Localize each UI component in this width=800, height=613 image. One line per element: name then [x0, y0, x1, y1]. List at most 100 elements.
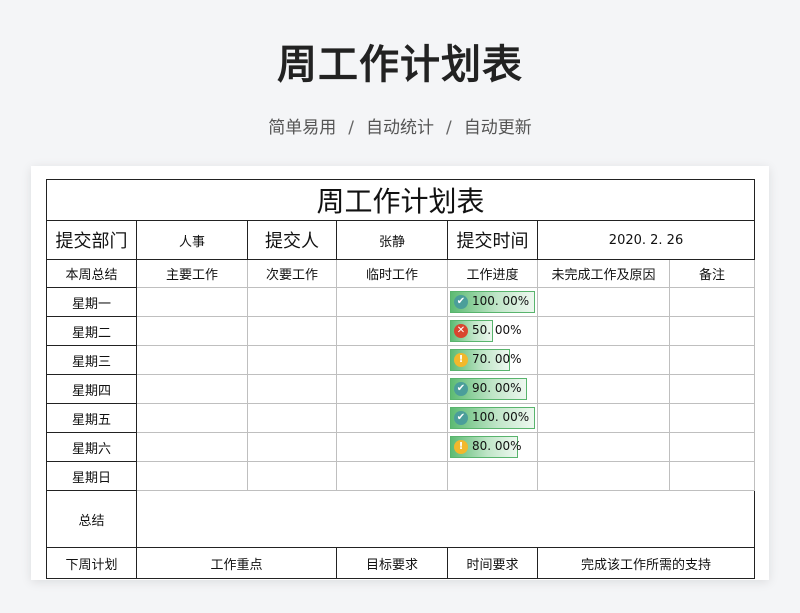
table-cell[interactable] — [668, 461, 756, 491]
table-cell[interactable] — [668, 374, 756, 404]
table-cell[interactable] — [537, 432, 670, 462]
table-cell[interactable] — [668, 345, 756, 375]
table-cell[interactable] — [136, 374, 248, 404]
person-value[interactable]: 张静 — [336, 220, 448, 260]
tagline-item: 自动更新 — [463, 118, 532, 138]
sheet-card: 周工作计划表 提交部门 人事 提交人 张静 提交时间 2020. 2. 26 本… — [31, 166, 769, 580]
progress-bar: ! 70. 00% — [450, 349, 535, 371]
check-circle-icon: ✔ — [454, 411, 468, 425]
day-label[interactable]: 星期二 — [46, 316, 137, 346]
table-cell[interactable] — [336, 316, 448, 346]
next-week-row: 下周计划 工作重点 目标要求 时间要求 完成该工作所需的支持 — [46, 547, 756, 579]
table-cell[interactable] — [136, 461, 248, 491]
tagline-item: 自动统计 — [366, 118, 434, 138]
next-week-label[interactable]: 下周计划 — [46, 547, 137, 579]
table-cell[interactable] — [247, 403, 337, 433]
table-cell[interactable] — [537, 345, 670, 375]
x-circle-icon: ✕ — [454, 324, 468, 338]
next-week-goal[interactable]: 目标要求 — [336, 547, 448, 579]
summary-cell[interactable] — [135, 490, 756, 548]
table-cell[interactable] — [537, 374, 670, 404]
table-cell[interactable] — [136, 403, 248, 433]
progress-cell[interactable]: ! 70. 00% — [447, 345, 538, 375]
table-cell[interactable] — [668, 432, 756, 462]
progress-percent: 90. 00% — [472, 381, 522, 395]
next-week-focus[interactable]: 工作重点 — [136, 547, 337, 579]
tagline-separator: / — [348, 118, 354, 138]
next-week-time[interactable]: 时间要求 — [447, 547, 538, 579]
tagline-separator: / — [446, 118, 452, 138]
exclamation-circle-icon: ! — [454, 353, 468, 367]
table-cell[interactable] — [336, 461, 448, 491]
col-header-secondary[interactable]: 次要工作 — [247, 259, 337, 288]
table-row: 星期三! 70. 00% — [46, 345, 756, 375]
table-cell[interactable] — [537, 403, 670, 433]
day-label[interactable]: 星期三 — [46, 345, 137, 375]
table-cell[interactable] — [136, 316, 248, 346]
progress-bar: ✔ 100. 00% — [450, 407, 535, 429]
table-row: 星期四 ✔ 90. 00% — [46, 374, 756, 404]
table-cell[interactable] — [537, 287, 670, 317]
progress-cell[interactable]: ! 80. 00% — [447, 432, 538, 462]
col-header-progress[interactable]: 工作进度 — [447, 259, 538, 288]
table-cell[interactable] — [668, 316, 756, 346]
progress-cell[interactable] — [447, 461, 538, 491]
table-cell[interactable] — [336, 432, 448, 462]
table-row: 星期日 — [46, 461, 756, 491]
progress-bar: ! 80. 00% — [450, 436, 535, 458]
next-week-support[interactable]: 完成该工作所需的支持 — [536, 547, 756, 579]
table-cell[interactable] — [136, 432, 248, 462]
table-cell[interactable] — [537, 461, 670, 491]
tagline-item: 简单易用 — [268, 118, 337, 138]
table-cell[interactable] — [336, 403, 448, 433]
day-label[interactable]: 星期四 — [46, 374, 137, 404]
check-circle-icon: ✔ — [454, 382, 468, 396]
time-value[interactable]: 2020. 2. 26 — [536, 220, 756, 260]
day-label[interactable]: 星期五 — [46, 403, 137, 433]
table-row: 星期六 ! 80. 00% — [46, 432, 756, 462]
progress-bar: ✔ 90. 00% — [450, 378, 535, 400]
table-row: 星期一 ✔ 100. 00% — [46, 287, 756, 317]
table-row: 星期五 ✔ 100. 00% — [46, 403, 756, 433]
person-label[interactable]: 提交人 — [247, 220, 337, 260]
table-cell[interactable] — [247, 432, 337, 462]
col-header-notes[interactable]: 备注 — [668, 259, 756, 288]
summary-row: 总结 — [46, 490, 756, 548]
table-cell[interactable] — [336, 287, 448, 317]
day-label[interactable]: 星期日 — [46, 461, 137, 491]
progress-cell[interactable]: ✔ 90. 00% — [447, 374, 538, 404]
table-cell[interactable] — [136, 287, 248, 317]
progress-percent: 80. 00% — [472, 439, 522, 453]
table-row: 星期二 ✕ 50. 00% — [46, 316, 756, 346]
table-cell[interactable] — [668, 403, 756, 433]
table-cell[interactable] — [336, 374, 448, 404]
weekly-plan-table: 周工作计划表 提交部门 人事 提交人 张静 提交时间 2020. 2. 26 本… — [45, 179, 756, 579]
progress-cell[interactable]: ✔ 100. 00% — [447, 403, 538, 433]
col-header-summary[interactable]: 本周总结 — [46, 259, 137, 288]
table-cell[interactable] — [336, 345, 448, 375]
table-cell[interactable] — [668, 287, 756, 317]
summary-label[interactable]: 总结 — [46, 490, 137, 548]
dept-label[interactable]: 提交部门 — [46, 220, 137, 260]
progress-cell[interactable]: ✕ 50. 00% — [447, 316, 538, 346]
tagline: 简单易用 / 自动统计 / 自动更新 — [0, 113, 800, 138]
day-label[interactable]: 星期一 — [46, 287, 137, 317]
col-header-main[interactable]: 主要工作 — [136, 259, 248, 288]
day-label[interactable]: 星期六 — [46, 432, 137, 462]
table-cell[interactable] — [247, 374, 337, 404]
dept-value[interactable]: 人事 — [136, 220, 248, 260]
col-header-temporary[interactable]: 临时工作 — [336, 259, 448, 288]
table-cell[interactable] — [136, 345, 248, 375]
table-cell[interactable] — [247, 316, 337, 346]
sheet-title[interactable]: 周工作计划表 — [45, 179, 756, 221]
progress-cell[interactable]: ✔ 100. 00% — [447, 287, 538, 317]
check-circle-icon: ✔ — [454, 295, 468, 309]
progress-percent: 50. 00% — [472, 323, 522, 337]
table-cell[interactable] — [247, 345, 337, 375]
col-header-unfinished[interactable]: 未完成工作及原因 — [537, 259, 670, 288]
progress-percent: 70. 00% — [472, 352, 522, 366]
time-label[interactable]: 提交时间 — [447, 220, 538, 260]
table-cell[interactable] — [247, 287, 337, 317]
table-cell[interactable] — [247, 461, 337, 491]
table-cell[interactable] — [537, 316, 670, 346]
